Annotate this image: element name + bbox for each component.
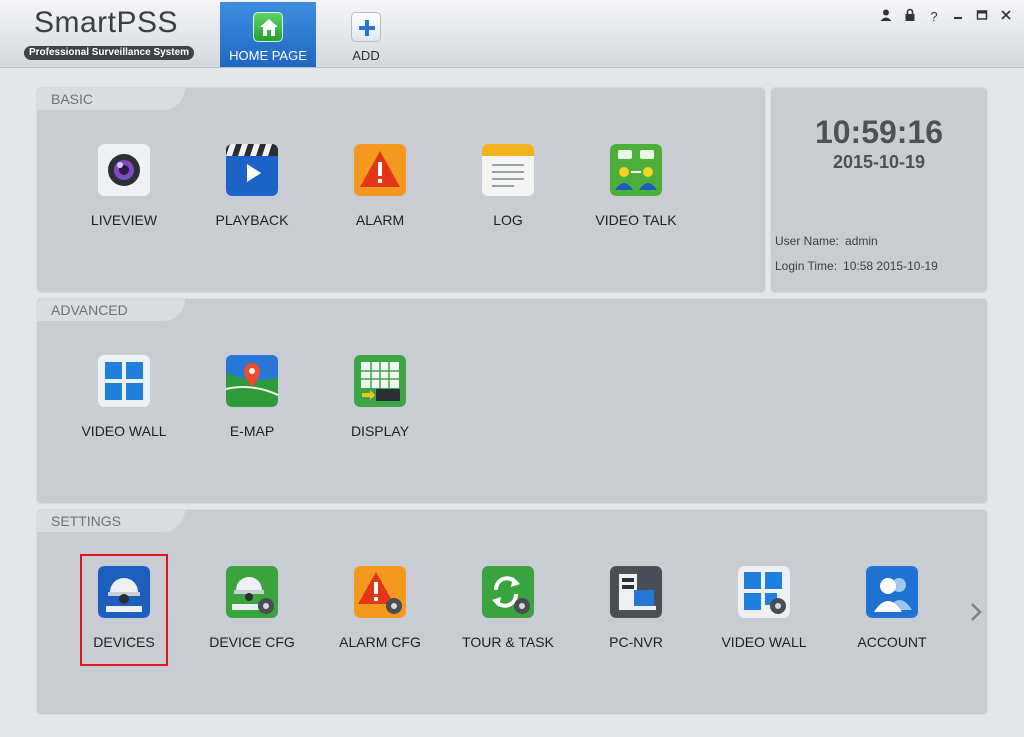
video-wall-label: VIDEO WALL: [81, 423, 167, 439]
display-grid-icon: [354, 355, 406, 407]
user-name-label: User Name:: [775, 234, 840, 248]
video-wall-button[interactable]: VIDEO WALL: [69, 345, 179, 445]
login-time-row: Login Time: 10:58 2015-10-19: [775, 259, 944, 273]
plus-icon: [351, 12, 381, 42]
log-label: LOG: [493, 212, 523, 228]
home-icon: [253, 12, 283, 42]
help-icon[interactable]: ?: [926, 8, 942, 26]
pc-nvr-label: PC-NVR: [609, 634, 663, 650]
minimize-icon[interactable]: [950, 8, 966, 26]
user-icon[interactable]: [878, 8, 894, 26]
video-talk-icon: [610, 144, 662, 196]
map-pin-icon: [226, 355, 278, 407]
video-wall-icon: [98, 355, 150, 407]
liveview-button[interactable]: LIVEVIEW: [69, 134, 179, 234]
device-cfg-label: DEVICE CFG: [209, 634, 295, 650]
advanced-panel: ADVANCED VIDEO WALL E-MAP DISPLAY: [36, 298, 988, 504]
tour-task-label: TOUR & TASK: [462, 634, 554, 650]
settings-section-title: SETTINGS: [37, 510, 185, 532]
settings-panel: SETTINGS DEVICES DEVICE CFG ALARM CFG TO…: [36, 509, 988, 715]
liveview-label: LIVEVIEW: [90, 212, 158, 228]
e-map-label: E-MAP: [229, 423, 275, 439]
video-wall-cfg-button[interactable]: VIDEO WALL: [709, 556, 819, 656]
lock-icon[interactable]: [902, 8, 918, 26]
pc-nvr-icon: [610, 566, 662, 618]
tab-home-page[interactable]: HOME PAGE: [220, 2, 316, 67]
playback-label: PLAYBACK: [215, 212, 289, 228]
device-cfg-button[interactable]: DEVICE CFG: [197, 556, 307, 656]
basic-panel: BASIC LIVEVIEW PLAYBACK ALARM LOG VIDEO …: [36, 87, 766, 293]
basic-section-title: BASIC: [37, 88, 185, 110]
clock-date: 2015-10-19: [832, 152, 926, 172]
clapperboard-play-icon: [226, 144, 278, 196]
alarm-button[interactable]: ALARM: [325, 134, 435, 234]
app-subtitle: Professional Surveillance System: [24, 46, 194, 60]
video-wall-gear-icon: [738, 566, 790, 618]
camera-lens-icon: [98, 144, 150, 196]
dome-camera-gear-icon: [226, 566, 278, 618]
video-wall-cfg-label: VIDEO WALL: [721, 634, 807, 650]
clock-time: 10:59:16: [814, 114, 944, 150]
window-controls: ?: [878, 8, 1014, 28]
log-notepad-icon: [482, 144, 534, 196]
tab-add-label: ADD: [352, 48, 380, 63]
user-name-value: admin: [845, 234, 878, 248]
alarm-gear-icon: [354, 566, 406, 618]
log-button[interactable]: LOG: [453, 134, 563, 234]
app-name: SmartPSS: [34, 6, 179, 39]
account-users-icon: [866, 566, 918, 618]
pc-nvr-button[interactable]: PC-NVR: [581, 556, 691, 656]
advanced-section-title: ADVANCED: [37, 299, 185, 321]
tab-home-label: HOME PAGE: [229, 48, 307, 63]
alarm-cfg-label: ALARM CFG: [339, 634, 421, 650]
display-label: DISPLAY: [350, 423, 410, 439]
login-time-value: 10:58 2015-10-19: [843, 259, 938, 273]
account-label: ACCOUNT: [857, 634, 927, 650]
video-talk-label: VIDEO TALK: [595, 212, 677, 228]
session-info-panel: 10:59:16 2015-10-19 User Name: admin Logi…: [770, 87, 988, 293]
alarm-warning-icon: [354, 144, 406, 196]
alarm-label: ALARM: [355, 212, 405, 228]
title-bar: SmartPSS Professional Surveillance Syste…: [0, 0, 1024, 68]
login-time-label: Login Time:: [775, 259, 838, 273]
video-talk-button[interactable]: VIDEO TALK: [581, 134, 691, 234]
alarm-cfg-button[interactable]: ALARM CFG: [325, 556, 435, 656]
display-button[interactable]: DISPLAY: [325, 345, 435, 445]
user-name-row: User Name: admin: [775, 234, 884, 248]
e-map-button[interactable]: E-MAP: [197, 345, 307, 445]
app-logo: SmartPSS Professional Surveillance Syste…: [24, 6, 196, 60]
playback-button[interactable]: PLAYBACK: [197, 134, 307, 234]
devices-selection-highlight: [80, 554, 168, 666]
next-page-arrow-icon[interactable]: [966, 598, 986, 626]
tour-task-button[interactable]: TOUR & TASK: [453, 556, 563, 656]
refresh-gear-icon: [482, 566, 534, 618]
maximize-icon[interactable]: [974, 8, 990, 26]
close-icon[interactable]: [998, 8, 1014, 26]
account-button[interactable]: ACCOUNT: [837, 556, 947, 656]
tab-add[interactable]: ADD: [330, 2, 402, 67]
